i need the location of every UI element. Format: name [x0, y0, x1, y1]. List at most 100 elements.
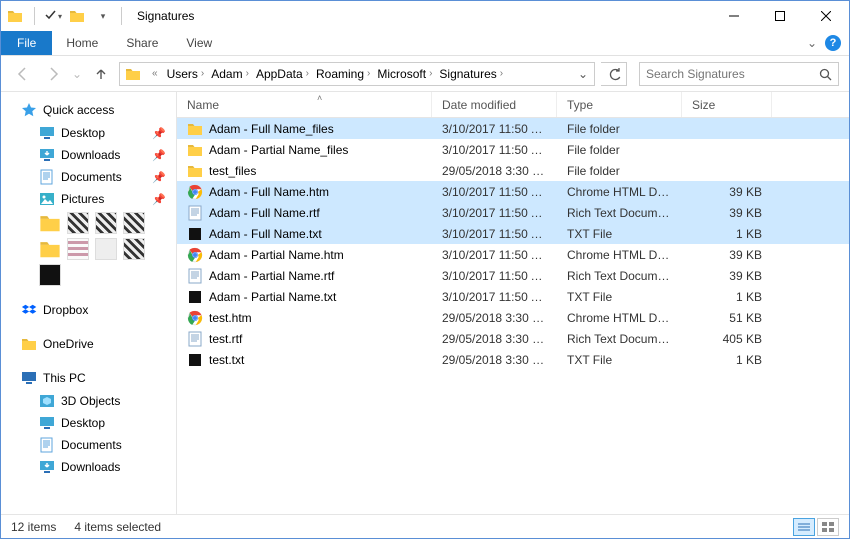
txt-icon	[187, 226, 203, 242]
thumb-image[interactable]	[67, 238, 89, 260]
breadcrumb-segment[interactable]: AppData›	[253, 67, 313, 81]
table-row[interactable]: Adam - Partial Name.rtf 3/10/2017 11:50 …	[177, 265, 849, 286]
rtf-icon	[187, 205, 203, 221]
close-button[interactable]	[803, 1, 849, 31]
sidebar-quick-access[interactable]: Quick access	[1, 98, 176, 122]
breadcrumb-overflow[interactable]: «	[148, 68, 162, 79]
table-row[interactable]: Adam - Full Name.htm 3/10/2017 11:50 AM …	[177, 181, 849, 202]
search-icon[interactable]	[818, 67, 832, 81]
sidebar-item[interactable]: Pictures📌	[1, 188, 176, 210]
thumb-image[interactable]	[39, 264, 61, 286]
table-row[interactable]: Adam - Full Name.txt 3/10/2017 11:50 AM …	[177, 223, 849, 244]
ribbon-tab-share[interactable]: Share	[112, 31, 172, 55]
file-type: Chrome HTML Do...	[557, 185, 682, 199]
thumb-folder-icon[interactable]	[39, 212, 61, 234]
pin-icon: 📌	[152, 193, 166, 206]
thumb-image[interactable]	[67, 212, 89, 234]
this-pc-icon	[21, 370, 37, 386]
sidebar-item[interactable]: Documents 📌	[1, 166, 176, 188]
sidebar-this-pc[interactable]: This PC	[1, 366, 176, 390]
sidebar-item-label: Documents	[61, 170, 122, 184]
pin-icon: 📌	[152, 171, 166, 184]
help-icon[interactable]: ?	[825, 35, 841, 51]
column-name[interactable]: Name	[177, 92, 432, 117]
refresh-button[interactable]	[601, 62, 627, 86]
file-date: 29/05/2018 3:30 PM	[432, 164, 557, 178]
history-dropdown-icon[interactable]: ⌄	[71, 67, 83, 81]
sidebar-item[interactable]: Desktop	[1, 412, 176, 434]
pictures-icon	[39, 191, 55, 207]
folder-icon	[187, 121, 203, 137]
forward-button[interactable]	[41, 62, 65, 86]
3d-icon	[39, 393, 55, 409]
sidebar-item[interactable]: Downloads	[1, 456, 176, 478]
address-dropdown-icon[interactable]: ⌄	[574, 67, 592, 81]
file-size: 1 KB	[682, 227, 772, 241]
search-box[interactable]	[639, 62, 839, 86]
sidebar-item[interactable]: 3D Objects	[1, 390, 176, 412]
qat-new-folder-icon[interactable]	[67, 5, 89, 27]
file-type: Chrome HTML Do...	[557, 248, 682, 262]
table-row[interactable]: Adam - Partial Name.htm 3/10/2017 11:50 …	[177, 244, 849, 265]
sidebar-item[interactable]: Downloads📌	[1, 144, 176, 166]
ribbon-file-tab[interactable]: File	[1, 31, 52, 55]
rtf-icon	[187, 331, 203, 347]
address-root-icon[interactable]	[122, 66, 146, 82]
table-row[interactable]: Adam - Partial Name.txt 3/10/2017 11:50 …	[177, 286, 849, 307]
file-type: TXT File	[557, 227, 682, 241]
sidebar-item[interactable]: Documents	[1, 434, 176, 456]
ribbon-tab-home[interactable]: Home	[52, 31, 112, 55]
table-row[interactable]: Adam - Full Name_files 3/10/2017 11:50 A…	[177, 118, 849, 139]
sidebar-dropbox[interactable]: Dropbox	[1, 298, 176, 322]
breadcrumb-segment[interactable]: Roaming›	[313, 67, 374, 81]
file-date: 3/10/2017 11:50 AM	[432, 290, 557, 304]
documents-icon	[39, 437, 55, 453]
this-pc-label: This PC	[43, 371, 86, 385]
sidebar-onedrive[interactable]: OneDrive	[1, 332, 176, 356]
file-date: 3/10/2017 11:50 AM	[432, 269, 557, 283]
thumb-folder-icon[interactable]	[39, 238, 61, 260]
qat-folder-icon[interactable]	[5, 5, 27, 27]
column-date[interactable]: Date modified	[432, 92, 557, 117]
up-button[interactable]	[89, 62, 113, 86]
ribbon-tab-view[interactable]: View	[172, 31, 226, 55]
breadcrumb-segment[interactable]: Microsoft›	[374, 67, 436, 81]
table-row[interactable]: Adam - Full Name.rtf 3/10/2017 11:50 AM …	[177, 202, 849, 223]
column-headers: Name ˄ Date modified Type Size	[177, 92, 849, 118]
ribbon: File Home Share View ⌄ ?	[1, 31, 849, 56]
breadcrumb-segment[interactable]: Users›	[164, 67, 209, 81]
breadcrumb-segment[interactable]: Signatures›	[436, 67, 507, 81]
status-bar: 12 items 4 items selected	[1, 514, 849, 538]
thumb-image[interactable]	[95, 238, 117, 260]
ribbon-expand-icon[interactable]: ⌄	[807, 36, 817, 50]
sidebar-item[interactable]: Desktop📌	[1, 122, 176, 144]
sidebar-recent-thumbs	[1, 262, 176, 288]
column-type[interactable]: Type	[557, 92, 682, 117]
file-type: Rich Text Document	[557, 332, 682, 346]
minimize-button[interactable]	[711, 1, 757, 31]
desktop-icon	[39, 125, 55, 141]
maximize-button[interactable]	[757, 1, 803, 31]
table-row[interactable]: test.rtf 29/05/2018 3:30 PM Rich Text Do…	[177, 328, 849, 349]
file-size: 51 KB	[682, 311, 772, 325]
qat-customize-icon[interactable]: ▾	[92, 5, 114, 27]
thumb-image[interactable]	[123, 238, 145, 260]
thumb-image[interactable]	[95, 212, 117, 234]
table-row[interactable]: test.htm 29/05/2018 3:30 PM Chrome HTML …	[177, 307, 849, 328]
breadcrumb-segment[interactable]: Adam›	[208, 67, 253, 81]
search-input[interactable]	[646, 67, 796, 81]
sidebar-item-label: Desktop	[61, 126, 105, 140]
view-icons-button[interactable]	[817, 518, 839, 536]
thumb-image[interactable]	[123, 212, 145, 234]
qat-properties-icon[interactable]: ▾	[42, 5, 64, 27]
file-date: 29/05/2018 3:30 PM	[432, 332, 557, 346]
table-row[interactable]: test_files 29/05/2018 3:30 PM File folde…	[177, 160, 849, 181]
back-button[interactable]	[11, 62, 35, 86]
table-row[interactable]: Adam - Partial Name_files 3/10/2017 11:5…	[177, 139, 849, 160]
downloads-icon	[39, 459, 55, 475]
table-row[interactable]: test.txt 29/05/2018 3:30 PM TXT File 1 K…	[177, 349, 849, 370]
view-details-button[interactable]	[793, 518, 815, 536]
file-name: test_files	[209, 164, 256, 178]
address-bar[interactable]: « Users›Adam›AppData›Roaming›Microsoft›S…	[119, 62, 595, 86]
column-size[interactable]: Size	[682, 92, 772, 117]
